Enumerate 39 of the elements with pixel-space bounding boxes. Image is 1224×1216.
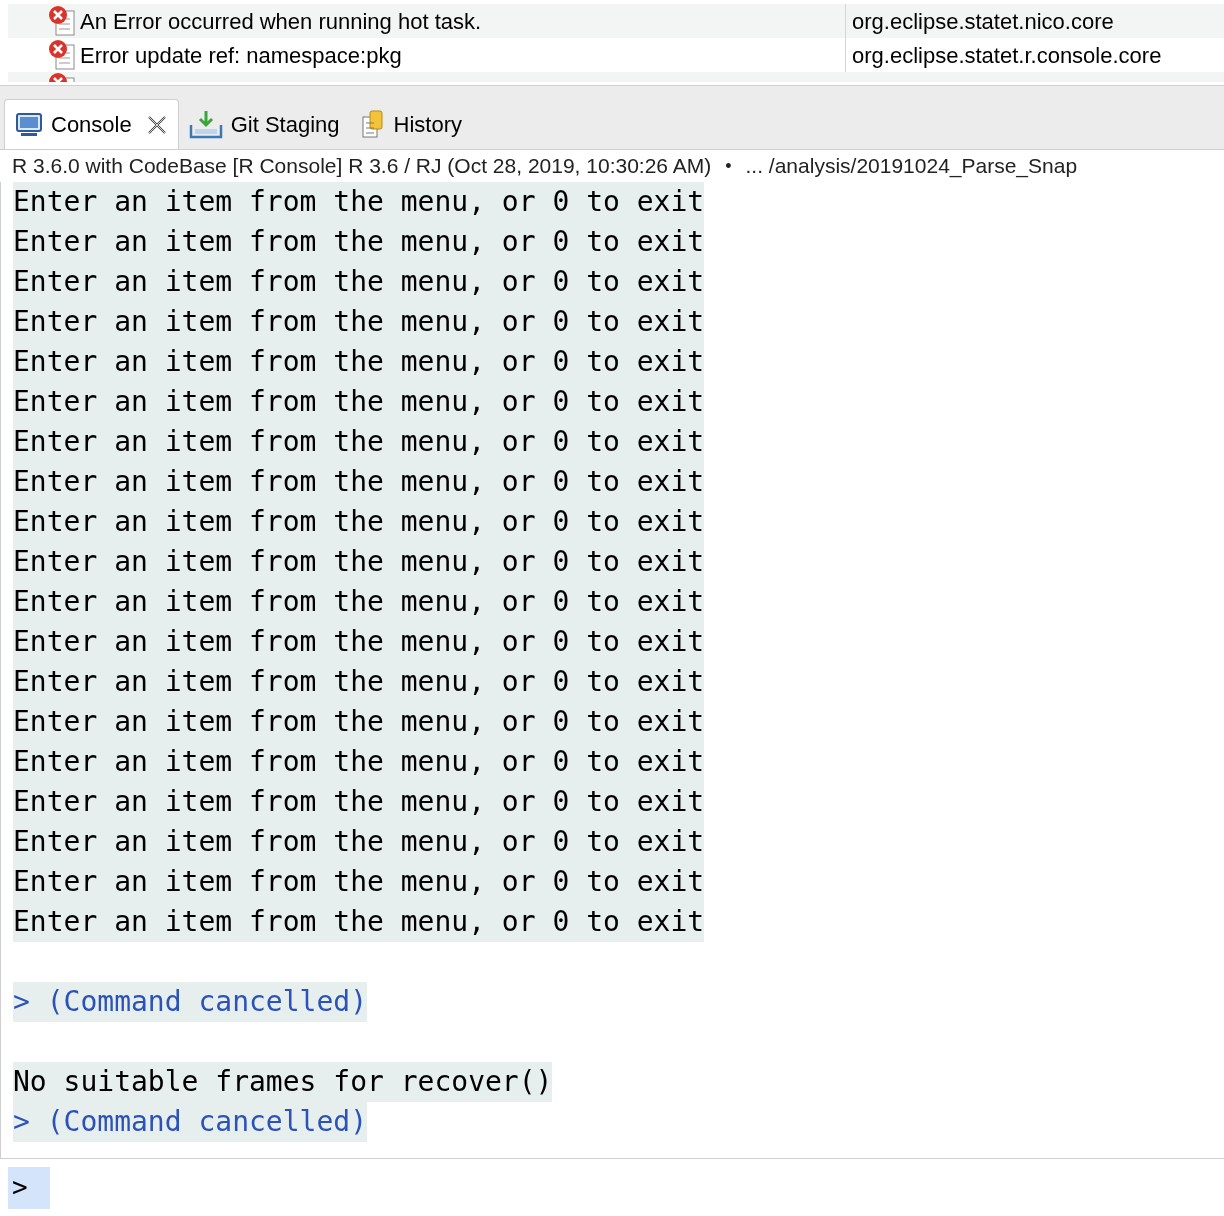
console-output: Enter an item from the menu, or 0 to exit [13, 742, 705, 782]
console-output: Enter an item from the menu, or 0 to exit [13, 902, 705, 942]
console-output: Enter an item from the menu, or 0 to exit [13, 302, 705, 342]
working-directory: ... /analysis/20191024_Parse_Snap [745, 153, 1078, 180]
tab[interactable]: Console [4, 99, 179, 149]
console-output: Enter an item from the menu, or 0 to exit [13, 542, 705, 582]
console-output: Enter an item from the menu, or 0 to exit [13, 622, 705, 662]
input-prompt[interactable]: > [8, 1166, 50, 1209]
separator-dot: • [725, 154, 732, 178]
console-output: Enter an item from the menu, or 0 to exit [13, 382, 705, 422]
console-output: Enter an item from the menu, or 0 to exit [13, 822, 705, 862]
document-stack-icon [359, 109, 386, 139]
console-output: Enter an item from the menu, or 0 to exit [13, 182, 705, 222]
console-command: > (Command cancelled) [13, 1102, 367, 1142]
monitor-icon [15, 111, 43, 138]
tab[interactable]: History [349, 99, 472, 149]
console-output: Enter an item from the menu, or 0 to exit [13, 422, 705, 462]
console-output: Enter an item from the menu, or 0 to exit [13, 662, 705, 702]
console-output: Enter an item from the menu, or 0 to exit [13, 702, 705, 742]
download-tray-icon [188, 109, 223, 139]
console-output: Enter an item from the menu, or 0 to exit [13, 222, 705, 262]
console-output: Enter an item from the menu, or 0 to exit [13, 462, 705, 502]
console-output: Enter an item from the menu, or 0 to exit [13, 262, 705, 302]
close-icon[interactable] [145, 113, 168, 136]
console-output: Enter an item from the menu, or 0 to exit [13, 502, 705, 542]
console-description: R 3.6.0 with CodeBase [R Console] R 3.6 / RJ (Oct 28, 2019, 10:30:26 AM) [12, 153, 712, 180]
table-cell-text: org.eclipse.statet.nico.core [851, 7, 1114, 36]
table-cell-text: Error update ref: namespace:pkg [80, 41, 402, 70]
tab[interactable]: Git Staging [178, 99, 350, 149]
console-output: Enter an item from the menu, or 0 to exit [13, 862, 705, 902]
console-output: No suitable frames for recover() [13, 1062, 553, 1102]
table-cell-text: org.eclipse.statet.r.console.core [851, 41, 1162, 70]
error-icon [48, 5, 78, 37]
console-output: Enter an item from the menu, or 0 to exit [13, 342, 705, 382]
console-output: Enter an item from the menu, or 0 to exit [13, 582, 705, 622]
console-output: Enter an item from the menu, or 0 to exit [13, 782, 705, 822]
table-cell-text: An Error occurred when running hot task. [80, 7, 482, 36]
console-command: > (Command cancelled) [13, 982, 367, 1022]
table-row[interactable]: An Error occurred when running hot task. org.eclipse.statet.nico.core [8, 4, 1224, 38]
